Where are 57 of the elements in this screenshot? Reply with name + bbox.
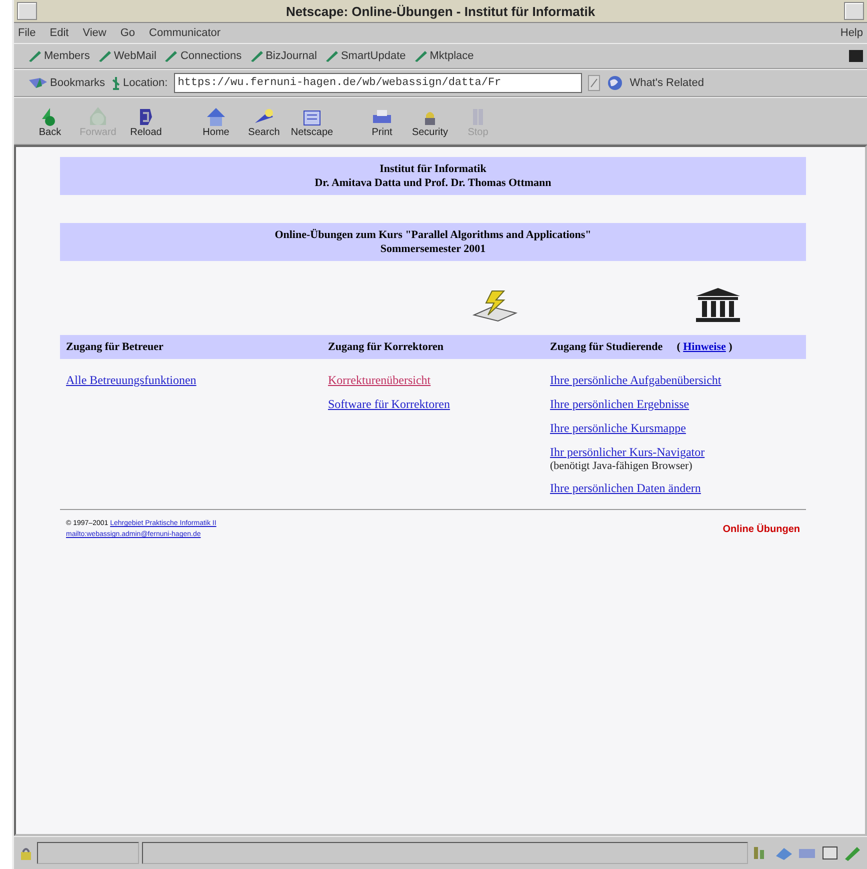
bookmark-icon [324, 50, 339, 62]
page-link[interactable]: Alle Betreuungsfunktionen [66, 373, 196, 387]
page-link[interactable]: Ihr persönlicher Kurs-Navigator [550, 445, 705, 459]
banner-text: Institut für Informatik [378, 162, 488, 176]
menu-item[interactable]: File [18, 27, 36, 39]
banner-text: Online-Übungen zum Kurs "Parallel Algorithms and Applications" [274, 228, 592, 242]
bookmark-icon [98, 50, 112, 62]
banner-text: Sommersemester 2001 [379, 242, 487, 256]
menu-item[interactable]: Go [120, 27, 136, 39]
banner-text: Dr. Amitava Datta und Prof. Dr. Thomas Ottmann [314, 176, 552, 190]
bookmark-icon [414, 50, 428, 62]
page-proxy-icon[interactable] [588, 75, 600, 91]
minimize-button[interactable] [844, 2, 864, 20]
bookmark-button[interactable]: BizJournal [250, 50, 317, 62]
home-button[interactable]: Home [194, 104, 238, 138]
bookmark-button[interactable]: Mktplace [414, 50, 474, 62]
bookmark-button[interactable]: Connections [164, 50, 242, 62]
window-title: Netscape: Online-Übungen - Institut für Informatik [284, 4, 596, 18]
netscape-logo-icon [849, 50, 863, 62]
page-link[interactable]: Korrekturenübersicht [328, 373, 431, 387]
note-text: (benötigt Java-fähigen Browser) [550, 460, 694, 472]
netscape-button[interactable]: Netscape [290, 104, 334, 138]
bookmark-button[interactable]: Members [28, 50, 90, 62]
bookmark-button[interactable]: SmartUpdate [324, 50, 406, 62]
lock-icon[interactable] [18, 845, 34, 861]
back-button[interactable]: Back [28, 104, 72, 138]
window-menu-button[interactable] [17, 2, 37, 20]
menu-item[interactable]: Communicator [149, 27, 221, 39]
brand-text: Online Übungen [722, 524, 800, 534]
bookmark-button[interactable]: WebMail [98, 50, 156, 62]
whats-related-button[interactable]: What's Related [606, 75, 704, 91]
page-link[interactable]: Ihre persönlichen Ergebnisse [550, 397, 690, 411]
page-link[interactable]: Ihre persönlichen Daten ändern [550, 481, 701, 495]
section-heading: Zugang für Studierende [550, 341, 663, 353]
security-button[interactable]: Security [408, 104, 452, 138]
section-heading: Zugang für Korrektoren [328, 341, 444, 353]
bookmark-icon [250, 50, 264, 62]
window-icon[interactable] [820, 844, 840, 862]
search-button[interactable]: Search [242, 104, 286, 138]
bookmark-icon [28, 50, 42, 62]
print-button[interactable]: Print [360, 104, 404, 138]
location-label: Location: [123, 77, 168, 89]
menu-item[interactable]: View [82, 27, 106, 39]
page-link[interactable]: Ihre persönliche Kursmappe [550, 421, 686, 435]
page-link[interactable]: Ihre persönliche Aufgabenübersicht [550, 373, 722, 387]
location-icon [111, 76, 122, 90]
url-field[interactable]: https://wu.fernuni-hagen.de/wb/webassign/datta/Fr [174, 73, 582, 93]
bookmarks-icon [28, 76, 48, 90]
bookmark-icon [164, 50, 178, 62]
bookmarks-button[interactable]: Bookmarks [28, 76, 106, 90]
hint-link[interactable]: Hinweise [683, 341, 726, 353]
menu-item[interactable]: Help [840, 27, 863, 39]
page-link[interactable]: Software für Korrektoren [328, 397, 450, 411]
menu-item[interactable]: Edit [50, 27, 69, 39]
reload-button[interactable]: Reload [124, 104, 168, 138]
section-heading: Zugang für Betreuer [66, 341, 164, 353]
hint-text: ( Hinweise ) [676, 341, 732, 353]
